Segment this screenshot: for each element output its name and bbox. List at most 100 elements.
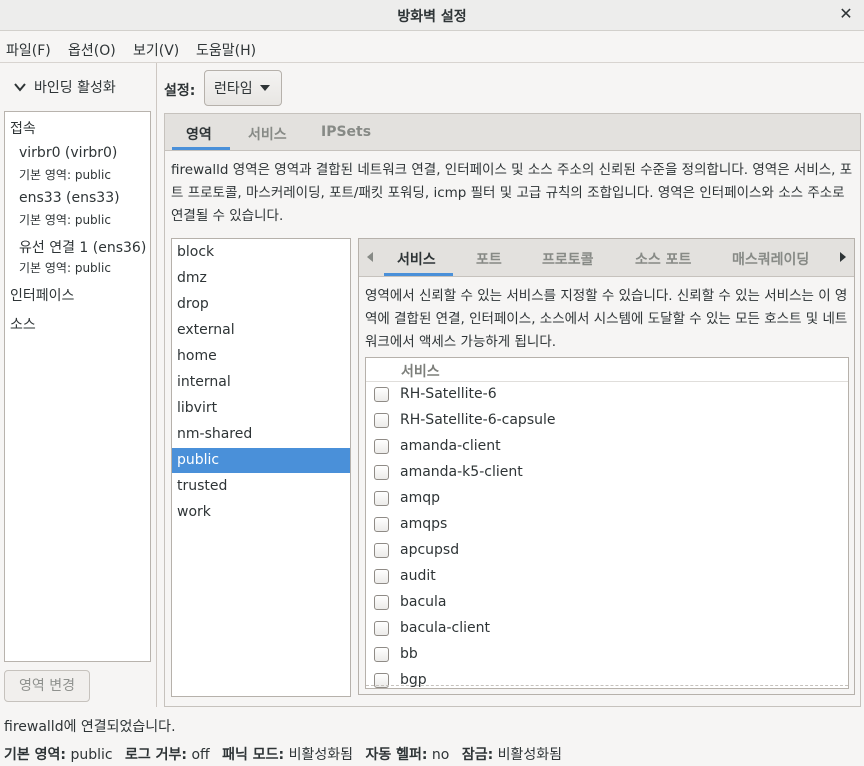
connection-zone: 기본 영역: public xyxy=(19,213,111,227)
service-name: amanda-k5-client xyxy=(400,464,523,480)
service-name: RH-Satellite-6 xyxy=(400,386,497,402)
chevron-down-icon xyxy=(259,85,270,91)
connections-heading[interactable]: 접속 xyxy=(10,118,36,138)
menu-file[interactable]: 파일(F) xyxy=(6,40,51,60)
zone-item-external[interactable]: external xyxy=(172,318,350,343)
left-panel: 바인딩 활성화 접속 virbr0 (virbr0) 기본 영역: public… xyxy=(0,63,157,707)
log-denied-label: 로그 거부: xyxy=(125,747,188,763)
zone-item-public[interactable]: public xyxy=(172,448,350,473)
lockdown-label: 잠금: xyxy=(461,747,494,763)
zone-description: firewalld 영역은 영역과 결합된 네트워크 연결, 인터페이스 및 소… xyxy=(171,162,853,224)
subtab-source-ports[interactable]: 소스 포트 xyxy=(635,249,691,269)
interfaces-heading[interactable]: 인터페이스 xyxy=(10,285,74,305)
status-bar: 기본 영역: public 로그 거부: off 패닉 모드: 비활성화됨 자동… xyxy=(4,744,570,764)
service-checkbox[interactable] xyxy=(374,621,389,636)
service-name: audit xyxy=(400,568,436,584)
services-description: 영역에서 신뢰할 수 있는 서비스를 지정할 수 있습니다. 신뢰할 수 있는 … xyxy=(365,288,848,350)
tab-zones[interactable]: 영역 xyxy=(186,124,212,144)
zone-item-work[interactable]: work xyxy=(172,500,350,525)
connection-ens36[interactable]: 유선 연결 1 (ens36) xyxy=(19,237,146,257)
service-checkbox[interactable] xyxy=(374,569,389,584)
chevron-down-icon xyxy=(14,83,26,92)
scroll-left-icon[interactable] xyxy=(367,252,373,262)
title-bar: 방화벽 설정 ✕ xyxy=(0,0,864,31)
default-zone-value: public xyxy=(70,747,113,763)
zone-item-trusted[interactable]: trusted xyxy=(172,474,350,499)
automatic-helpers-label: 자동 헬퍼: xyxy=(365,747,428,763)
service-checkbox[interactable] xyxy=(374,465,389,480)
subtab-masquerading[interactable]: 매스쿼레이딩 xyxy=(732,249,809,269)
services-list: 서비스 RH-Satellite-6 RH-Satellite-6-capsule… xyxy=(365,357,849,689)
scroll-edge xyxy=(366,685,848,688)
service-row[interactable]: bacula xyxy=(366,590,848,616)
service-name: bacula-client xyxy=(400,620,491,636)
change-zone-button[interactable]: 영역 변경 xyxy=(4,670,90,702)
connection-ens33[interactable]: ens33 (ens33) xyxy=(19,190,120,206)
active-tab-indicator xyxy=(172,147,230,150)
zone-item-libvirt[interactable]: libvirt xyxy=(172,396,350,421)
window-title: 방화벽 설정 xyxy=(397,9,467,25)
service-row[interactable]: apcupsd xyxy=(366,538,848,564)
zone-item-home[interactable]: home xyxy=(172,344,350,369)
tab-ipsets[interactable]: IPSets xyxy=(321,124,371,140)
service-row[interactable]: bb xyxy=(366,642,848,668)
service-name: amanda-client xyxy=(400,438,501,454)
connection-zone: 기본 영역: public xyxy=(19,261,111,275)
service-name: amqps xyxy=(400,516,448,532)
menu-options[interactable]: 옵션(O) xyxy=(68,40,116,60)
service-checkbox[interactable] xyxy=(374,491,389,506)
service-checkbox[interactable] xyxy=(374,387,389,402)
subtab-ports[interactable]: 포트 xyxy=(476,249,502,269)
close-icon[interactable]: ✕ xyxy=(836,4,856,24)
zone-item-drop[interactable]: drop xyxy=(172,292,350,317)
subtab-protocols[interactable]: 프로토콜 xyxy=(542,249,594,269)
zone-settings-notebook: 서비스 포트 프로토콜 소스 포트 매스쿼레이딩 영역에서 신뢰할 수 있는 서… xyxy=(358,238,855,695)
binding-toggle[interactable]: 바인딩 활성화 xyxy=(14,77,116,97)
menu-view[interactable]: 보기(V) xyxy=(133,40,179,60)
service-name: RH-Satellite-6-capsule xyxy=(400,412,556,428)
service-checkbox[interactable] xyxy=(374,517,389,532)
scroll-right-icon[interactable] xyxy=(840,252,846,262)
configuration-combo[interactable]: 런타임 xyxy=(204,70,282,106)
zone-list: block dmz drop external home internal libvirt n… xyxy=(171,238,351,697)
service-row[interactable]: amanda-k5-client xyxy=(366,460,848,486)
service-row[interactable]: amqps xyxy=(366,512,848,538)
service-name: apcupsd xyxy=(400,542,460,558)
binding-toggle-label: 바인딩 활성화 xyxy=(34,80,116,96)
zone-item-block[interactable]: block xyxy=(172,240,350,265)
sources-heading[interactable]: 소스 xyxy=(10,314,36,334)
zone-item-internal[interactable]: internal xyxy=(172,370,350,395)
log-denied-value: off xyxy=(191,747,210,763)
tab-services[interactable]: 서비스 xyxy=(248,124,287,144)
service-checkbox[interactable] xyxy=(374,439,389,454)
service-checkbox[interactable] xyxy=(374,647,389,662)
service-checkbox[interactable] xyxy=(374,543,389,558)
service-name: bb xyxy=(400,646,418,662)
menu-help[interactable]: 도움말(H) xyxy=(196,40,256,60)
service-row[interactable]: bacula-client xyxy=(366,616,848,642)
service-row[interactable]: audit xyxy=(366,564,848,590)
service-checkbox[interactable] xyxy=(374,413,389,428)
zone-settings-tabs: 서비스 포트 프로토콜 소스 포트 매스쿼레이딩 xyxy=(359,239,854,277)
service-row[interactable]: RH-Satellite-6 xyxy=(366,382,848,408)
configuration-value: 런타임 xyxy=(214,81,253,97)
subtab-services[interactable]: 서비스 xyxy=(397,249,436,269)
automatic-helpers-value: no xyxy=(431,747,450,763)
service-name: bacula xyxy=(400,594,447,610)
zone-item-nm-shared[interactable]: nm-shared xyxy=(172,422,350,447)
default-zone-label: 기본 영역: xyxy=(4,747,66,763)
connections-list: 접속 virbr0 (virbr0) 기본 영역: public ens33 (… xyxy=(4,111,151,662)
service-row[interactable]: amqp xyxy=(366,486,848,512)
configuration-label: 설정: xyxy=(164,83,196,99)
service-row[interactable]: amanda-client xyxy=(366,434,848,460)
zone-item-dmz[interactable]: dmz xyxy=(172,266,350,291)
services-column-label: 서비스 xyxy=(401,364,440,380)
service-name: amqp xyxy=(400,490,440,506)
service-checkbox[interactable] xyxy=(374,595,389,610)
menu-bar: 파일(F) 옵션(O) 보기(V) 도움말(H) xyxy=(0,31,864,63)
lockdown-value: 비활성화됨 xyxy=(497,747,563,763)
service-row[interactable]: RH-Satellite-6-capsule xyxy=(366,408,848,434)
services-column-header[interactable]: 서비스 xyxy=(366,358,848,382)
connection-virbr0[interactable]: virbr0 (virbr0) xyxy=(19,145,117,161)
connection-status: firewalld에 연결되었습니다. xyxy=(4,719,176,735)
